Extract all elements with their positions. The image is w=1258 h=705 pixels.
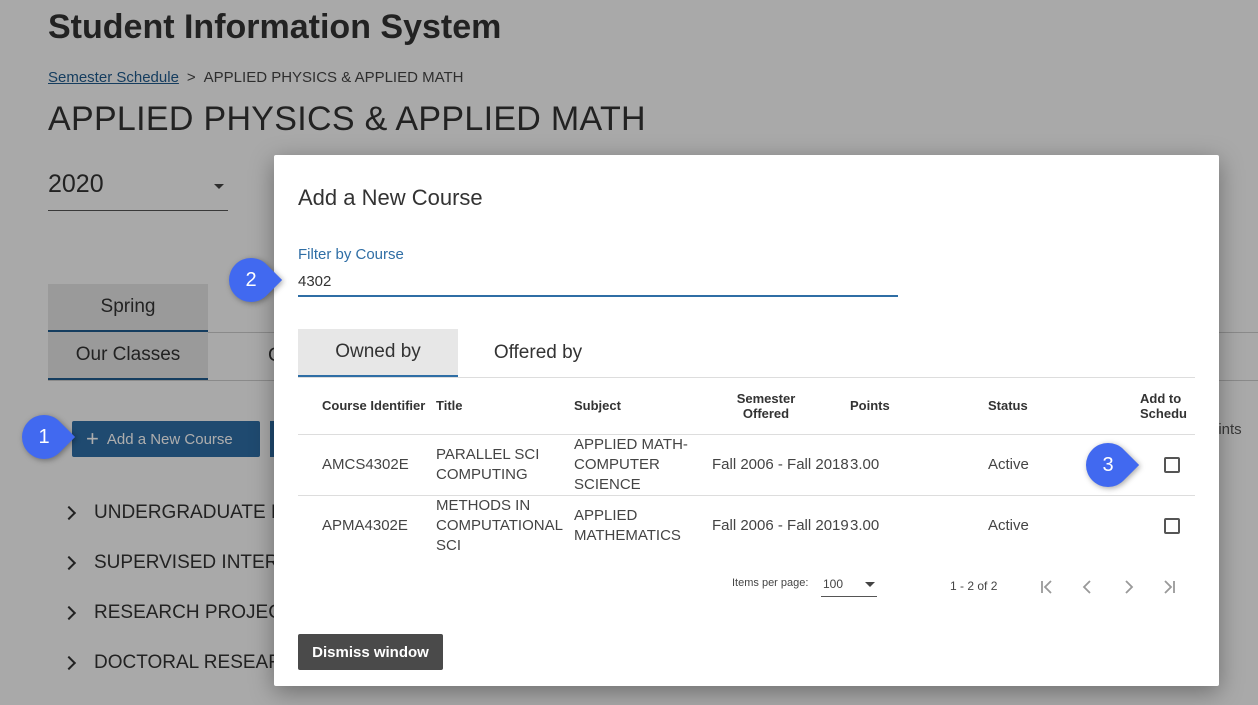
cell-subject: APPLIED MATHEMATICS: [574, 495, 712, 556]
cell-course-identifier: AMCS4302E: [298, 434, 436, 496]
first-page-icon: [1041, 580, 1052, 594]
items-per-page-value: 100: [823, 577, 844, 591]
filter-by-course-input[interactable]: [298, 267, 898, 297]
last-page-icon: [1164, 580, 1175, 594]
column-header-points[interactable]: Points: [850, 378, 988, 435]
cell-status: Active: [988, 495, 1126, 556]
cell-add-to-schedule: [1126, 495, 1195, 556]
cell-course-identifier: APMA4302E: [298, 495, 436, 556]
cell-subject: APPLIED MATH-COMPUTER SCIENCE: [574, 434, 712, 496]
ownership-tabs: Owned by Offered by: [298, 329, 618, 377]
cell-title: PARALLEL SCI COMPUTING: [436, 434, 574, 496]
tab-offered-by[interactable]: Offered by: [458, 329, 618, 377]
chevron-left-icon: [1082, 580, 1091, 594]
column-header-status[interactable]: Status: [988, 378, 1126, 435]
cell-semester-offered: Fall 2006 - Fall 2019: [712, 495, 850, 556]
cell-points: 3.00: [850, 495, 988, 556]
last-page-button[interactable]: [1154, 573, 1182, 601]
paginator: Items per page: 100 1 - 2 of 2: [298, 569, 1195, 605]
column-header-add-to-schedule: Add to Schedu: [1126, 378, 1195, 435]
column-header-semester-offered[interactable]: Semester Offered: [712, 378, 850, 435]
dialog-title: Add a New Course: [298, 185, 483, 210]
first-page-button[interactable]: [1034, 573, 1062, 601]
step-marker-1: 1: [12, 405, 76, 469]
next-page-button[interactable]: [1114, 573, 1142, 601]
add-to-schedule-checkbox[interactable]: [1164, 456, 1180, 473]
table-row: AMCS4302E PARALLEL SCI COMPUTING APPLIED…: [298, 434, 1195, 496]
cell-title: METHODS IN COMPUTATIONAL SCI: [436, 495, 574, 556]
filter-label: Filter by Course: [298, 246, 404, 263]
table-row: APMA4302E METHODS IN COMPUTATIONAL SCI A…: [298, 495, 1195, 556]
chevron-down-icon: [865, 582, 875, 587]
previous-page-button[interactable]: [1074, 573, 1102, 601]
dismiss-window-button[interactable]: Dismiss window: [298, 634, 443, 670]
items-per-page-select[interactable]: 100: [821, 575, 877, 597]
chevron-right-icon: [1125, 580, 1134, 594]
page-range-label: 1 - 2 of 2: [950, 579, 998, 593]
table-header-row: Course Identifier Title Subject Semester…: [298, 378, 1195, 435]
step-number: 1: [38, 425, 50, 448]
column-header-course-identifier[interactable]: Course Identifier: [298, 378, 436, 435]
step-number: 3: [1102, 453, 1114, 476]
column-header-subject[interactable]: Subject: [574, 378, 712, 435]
column-header-title[interactable]: Title: [436, 378, 574, 435]
step-number: 2: [245, 268, 257, 291]
step-marker-3: 3: [1076, 433, 1140, 497]
items-per-page-label: Items per page:: [732, 577, 809, 589]
step-marker-2: 2: [219, 248, 283, 312]
add-course-dialog: Add a New Course Filter by Course Owned …: [274, 155, 1219, 686]
cell-semester-offered: Fall 2006 - Fall 2018: [712, 434, 850, 496]
tab-owned-by[interactable]: Owned by: [298, 329, 458, 377]
course-table: Course Identifier Title Subject Semester…: [298, 378, 1195, 556]
cell-points: 3.00: [850, 434, 988, 496]
add-to-schedule-checkbox[interactable]: [1164, 517, 1180, 534]
